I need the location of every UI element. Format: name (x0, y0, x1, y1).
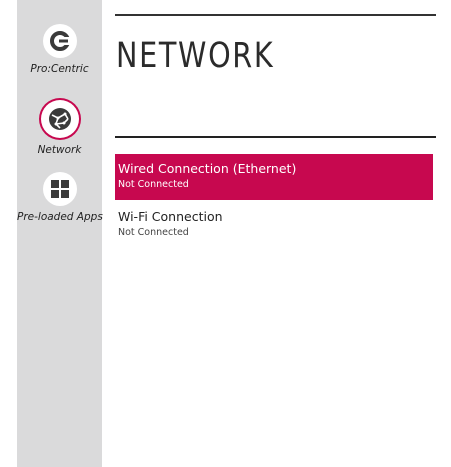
sidebar-item-label: Network (37, 144, 82, 156)
connection-status: Not Connected (118, 227, 189, 238)
list-item-wired-connection[interactable]: Wired Connection (Ethernet) Not Connecte… (115, 154, 433, 200)
apps-grid-icon (42, 172, 77, 206)
sidebar: Pro:Centric Network Pre-loaded Apps (17, 0, 103, 467)
title-divider (115, 136, 436, 138)
page-title: NETWORK (116, 36, 275, 76)
sidebar-item-preloaded-apps[interactable]: Pre-loaded Apps (17, 172, 103, 223)
globe-network-icon (42, 102, 77, 136)
connection-status: Not Connected (118, 179, 189, 190)
connection-name: Wi-Fi Connection (118, 209, 223, 224)
sidebar-item-network[interactable]: Network (17, 102, 102, 156)
main-panel: NETWORK Wired Connection (Ethernet) Not … (102, 0, 451, 467)
sidebar-item-procentric[interactable]: Pro:Centric (17, 24, 102, 75)
connection-name: Wired Connection (Ethernet) (118, 161, 297, 176)
sidebar-item-label: Pre-loaded Apps (17, 211, 103, 223)
sidebar-item-label: Pro:Centric (30, 63, 89, 75)
top-divider (115, 14, 436, 16)
procentric-logo-icon (42, 24, 77, 58)
list-item-wifi-connection[interactable]: Wi-Fi Connection Not Connected (115, 202, 433, 248)
